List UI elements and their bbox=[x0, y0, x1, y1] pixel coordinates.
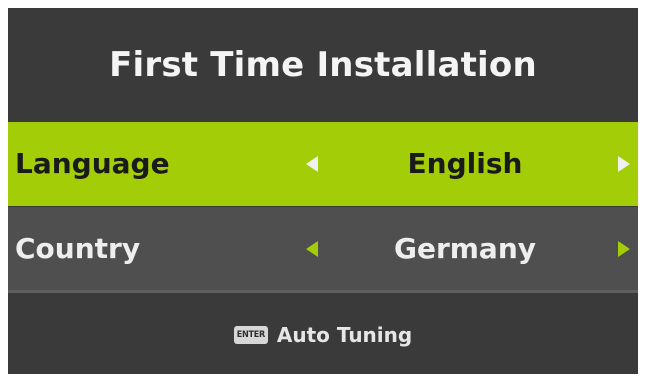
setting-row-language[interactable]: Language English bbox=[8, 122, 638, 206]
auto-tuning-label: Auto Tuning bbox=[276, 323, 413, 347]
enter-key-icon: ENTER bbox=[233, 326, 268, 344]
setting-label-language: Language bbox=[15, 147, 170, 180]
triangle-right-icon[interactable] bbox=[618, 241, 630, 257]
menu-header: First Time Installation bbox=[8, 8, 638, 121]
setting-value-language: English bbox=[407, 147, 523, 180]
setting-value-country: Germany bbox=[393, 232, 537, 265]
first-time-installation-menu: First Time Installation Language English… bbox=[8, 8, 638, 374]
triangle-right-icon[interactable] bbox=[618, 156, 630, 172]
triangle-left-icon[interactable] bbox=[306, 156, 318, 172]
footer-hint: ENTER Auto Tuning bbox=[8, 296, 638, 374]
divider bbox=[8, 290, 638, 293]
setting-row-country[interactable]: Country Germany bbox=[8, 207, 638, 291]
page-title: First Time Installation bbox=[109, 44, 537, 85]
setting-label-country: Country bbox=[15, 232, 141, 265]
triangle-left-icon[interactable] bbox=[306, 241, 318, 257]
